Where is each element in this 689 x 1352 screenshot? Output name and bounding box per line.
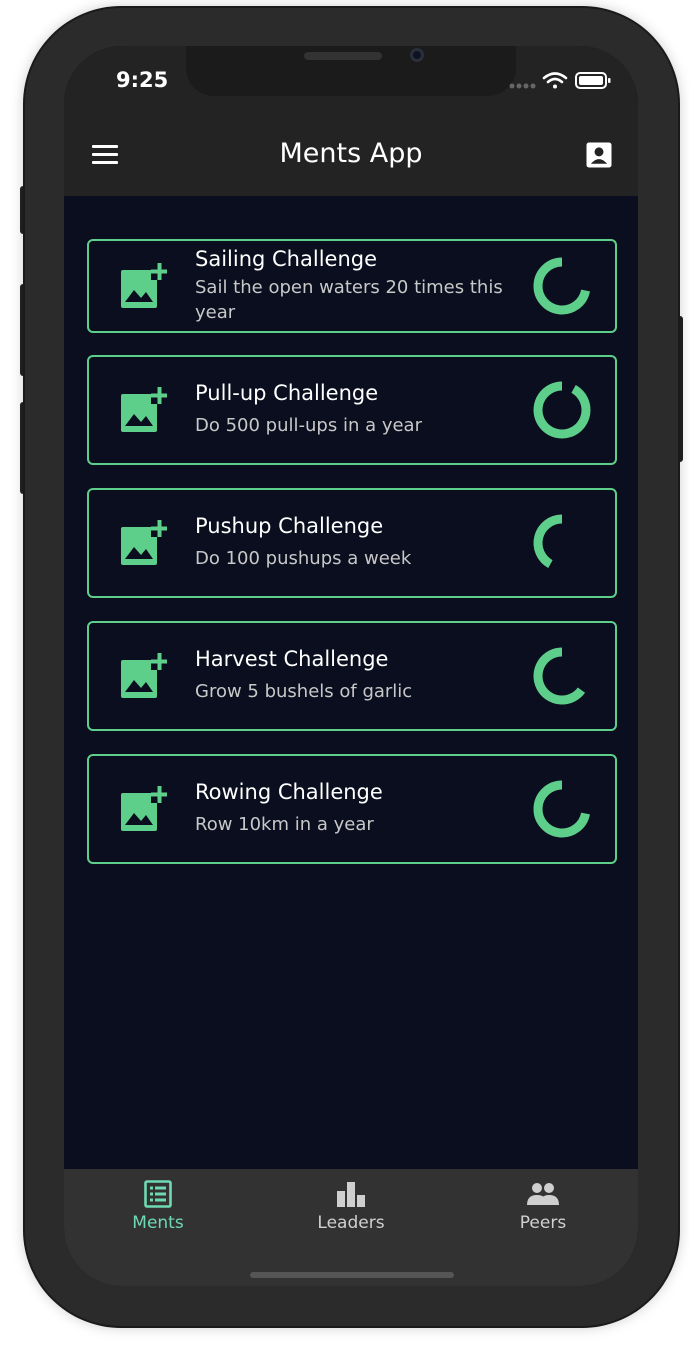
progress-ring	[533, 257, 590, 315]
list-icon	[144, 1180, 172, 1208]
challenge-title: Pull-up Challenge	[195, 381, 379, 405]
notch	[186, 46, 516, 96]
home-indicator[interactable]	[250, 1272, 454, 1278]
challenge-card[interactable]: Harvest Challenge Grow 5 bushels of garl…	[87, 621, 617, 731]
challenge-card[interactable]: Rowing Challenge Row 10km in a year	[87, 754, 617, 864]
front-camera	[410, 48, 424, 62]
progress-arc	[533, 257, 590, 315]
battery-icon	[575, 72, 611, 89]
challenge-description: Do 500 pull-ups in a year	[195, 415, 422, 436]
earpiece-speaker	[304, 52, 382, 60]
nav-tab-ments[interactable]: Ments	[98, 1179, 218, 1233]
challenge-title: Sailing Challenge	[195, 247, 378, 271]
signal-dots-icon	[509, 83, 536, 89]
challenge-title: Rowing Challenge	[195, 780, 383, 804]
challenge-title: Harvest Challenge	[195, 647, 389, 671]
progress-ring	[533, 514, 563, 568]
nav-label: Leaders	[317, 1213, 385, 1233]
nav-label: Peers	[519, 1213, 567, 1233]
app-bar: Ments App	[64, 96, 638, 196]
app-screen: 9:25 Ments App Sailing Challenge Sail th…	[64, 46, 638, 1286]
wifi-icon	[542, 72, 568, 89]
challenge-card[interactable]: Sailing Challenge Sail the open waters 2…	[87, 239, 617, 333]
progress-ring	[533, 780, 590, 838]
add-photo-icon[interactable]	[119, 785, 167, 833]
status-time: 9:25	[116, 68, 169, 92]
status-icons	[509, 72, 611, 89]
bottom-navigation: Ments Leaders Peers	[64, 1169, 638, 1286]
progress-arc	[533, 514, 563, 568]
progress-arc	[533, 780, 590, 838]
challenge-description: Grow 5 bushels of garlic	[195, 681, 413, 702]
progress-ring	[533, 381, 591, 439]
nav-label: Ments	[132, 1213, 184, 1233]
challenge-description: Sail the open waters 20 times this year	[195, 277, 503, 323]
add-photo-icon[interactable]	[119, 519, 167, 567]
nav-tab-peers[interactable]: Peers	[483, 1179, 603, 1233]
progress-arc	[533, 647, 586, 705]
challenge-card[interactable]: Pushup Challenge Do 100 pushups a week	[87, 488, 617, 598]
status-bar: 9:25	[64, 46, 638, 96]
challenge-title: Pushup Challenge	[195, 514, 384, 538]
progress-ring	[533, 647, 586, 705]
people-icon	[527, 1183, 559, 1205]
challenge-description: Row 10km in a year	[195, 814, 374, 835]
bar-chart-icon	[337, 1182, 365, 1207]
progress-arc	[533, 381, 591, 439]
app-title: Ments App	[279, 138, 423, 169]
add-photo-icon[interactable]	[119, 262, 167, 310]
add-photo-icon[interactable]	[119, 652, 167, 700]
challenge-card[interactable]: Pull-up Challenge Do 500 pull-ups in a y…	[87, 355, 617, 465]
nav-tab-leaders[interactable]: Leaders	[291, 1179, 411, 1233]
account-box-icon[interactable]	[584, 140, 614, 170]
challenge-description: Do 100 pushups a week	[195, 548, 412, 569]
add-photo-icon[interactable]	[119, 386, 167, 434]
